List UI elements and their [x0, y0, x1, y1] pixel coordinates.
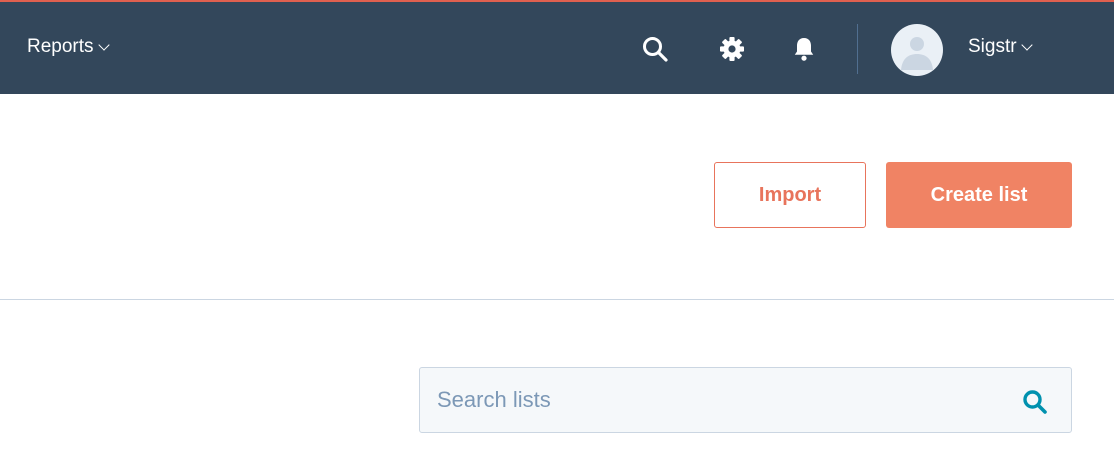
top-navigation-bar: Reports Sigstr: [0, 0, 1114, 94]
chevron-down-icon: [1020, 39, 1033, 51]
search-lists-input[interactable]: [420, 368, 1071, 432]
notifications-button[interactable]: [787, 32, 821, 66]
nav-reports-label: Reports: [27, 36, 94, 57]
search-lists-box: [419, 367, 1072, 433]
nav-reports-menu[interactable]: Reports: [27, 36, 110, 58]
import-button-label: Import: [758, 183, 822, 206]
create-list-button-label: Create list: [930, 183, 1028, 206]
import-button[interactable]: Import: [714, 162, 866, 228]
account-name: Sigstr: [968, 36, 1017, 57]
account-menu[interactable]: Sigstr: [968, 36, 1033, 58]
search-icon[interactable]: [1021, 388, 1049, 416]
chevron-down-icon: [97, 39, 110, 51]
nav-divider: [857, 24, 858, 74]
user-avatar-icon: [901, 37, 933, 70]
user-avatar[interactable]: [891, 24, 943, 76]
bell-icon: [794, 38, 814, 61]
settings-button[interactable]: [715, 32, 749, 66]
search-icon: [643, 37, 668, 62]
create-list-button[interactable]: Create list: [886, 162, 1072, 228]
gear-icon: [720, 37, 744, 61]
search-button[interactable]: [638, 32, 672, 66]
section-divider: [0, 299, 1114, 300]
